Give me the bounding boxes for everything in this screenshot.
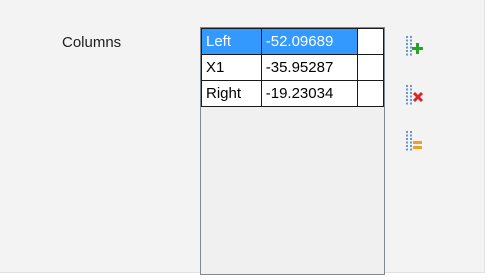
columns-panel: Columns Left -52.09689 X1 -35.95287 Righ… bbox=[0, 0, 485, 275]
delete-column-button[interactable] bbox=[402, 82, 426, 108]
row-extra-cell[interactable] bbox=[357, 54, 384, 81]
column-value-cell[interactable]: -35.95287 bbox=[260, 54, 359, 81]
table-row[interactable]: Left -52.09689 bbox=[201, 28, 384, 55]
align-columns-button[interactable] bbox=[402, 128, 426, 154]
column-name-cell[interactable]: X1 bbox=[201, 54, 262, 81]
column-value-cell[interactable]: -19.23034 bbox=[260, 80, 359, 107]
columns-table: Left -52.09689 X1 -35.95287 Right -19.23… bbox=[201, 28, 384, 107]
delete-column-icon bbox=[406, 85, 424, 105]
table-row[interactable]: X1 -35.95287 bbox=[201, 54, 384, 81]
row-extra-cell[interactable] bbox=[357, 80, 384, 107]
add-column-icon bbox=[406, 36, 423, 56]
column-value-cell[interactable]: -52.09689 bbox=[260, 28, 359, 55]
columns-label: Columns bbox=[62, 34, 122, 51]
column-name-cell[interactable]: Left bbox=[201, 28, 262, 55]
row-extra-cell[interactable] bbox=[357, 28, 384, 55]
column-name-cell[interactable]: Right bbox=[201, 80, 262, 107]
align-columns-icon bbox=[406, 131, 422, 151]
add-column-button[interactable] bbox=[402, 33, 426, 59]
columns-grid[interactable]: Left -52.09689 X1 -35.95287 Right -19.23… bbox=[200, 27, 385, 275]
table-row[interactable]: Right -19.23034 bbox=[201, 80, 384, 107]
